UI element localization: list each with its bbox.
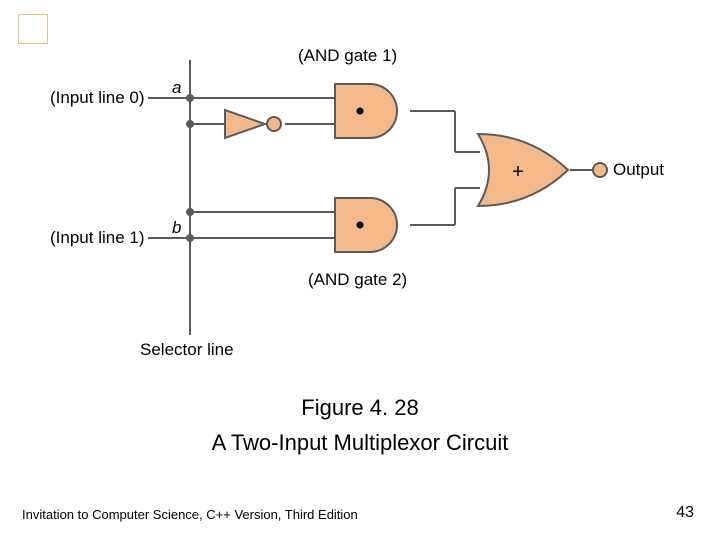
label-and-gate-2: (AND gate 2)	[308, 270, 407, 290]
label-input-1: (Input line 1)	[50, 228, 145, 248]
figure-title: A Two-Input Multiplexor Circuit	[0, 425, 720, 460]
or-gate-plus: +	[512, 161, 524, 183]
label-input-0: (Input line 0)	[50, 88, 145, 108]
not-gate-icon	[225, 110, 281, 138]
label-and-gate-1: (AND gate 1)	[298, 46, 397, 66]
label-selector: Selector line	[140, 340, 234, 360]
label-output: Output	[613, 160, 664, 180]
or-gate-icon: +	[478, 134, 568, 206]
circuit-diagram: (Input line 0) a (AND gate 1) (Input lin…	[60, 40, 660, 380]
circuit-svg: +	[60, 40, 660, 380]
output-node-icon	[593, 163, 607, 177]
figure-number: Figure 4. 28	[0, 390, 720, 425]
decorative-corner-box	[18, 14, 48, 44]
and-gate-1-icon	[335, 84, 397, 138]
label-b: b	[172, 218, 181, 238]
footer-page-number: 43	[676, 504, 694, 522]
footer-book-title: Invitation to Computer Science, C++ Vers…	[22, 507, 358, 522]
and-gate-2-icon	[335, 198, 397, 252]
label-a: a	[172, 78, 181, 98]
figure-caption: Figure 4. 28 A Two-Input Multiplexor Cir…	[0, 390, 720, 460]
